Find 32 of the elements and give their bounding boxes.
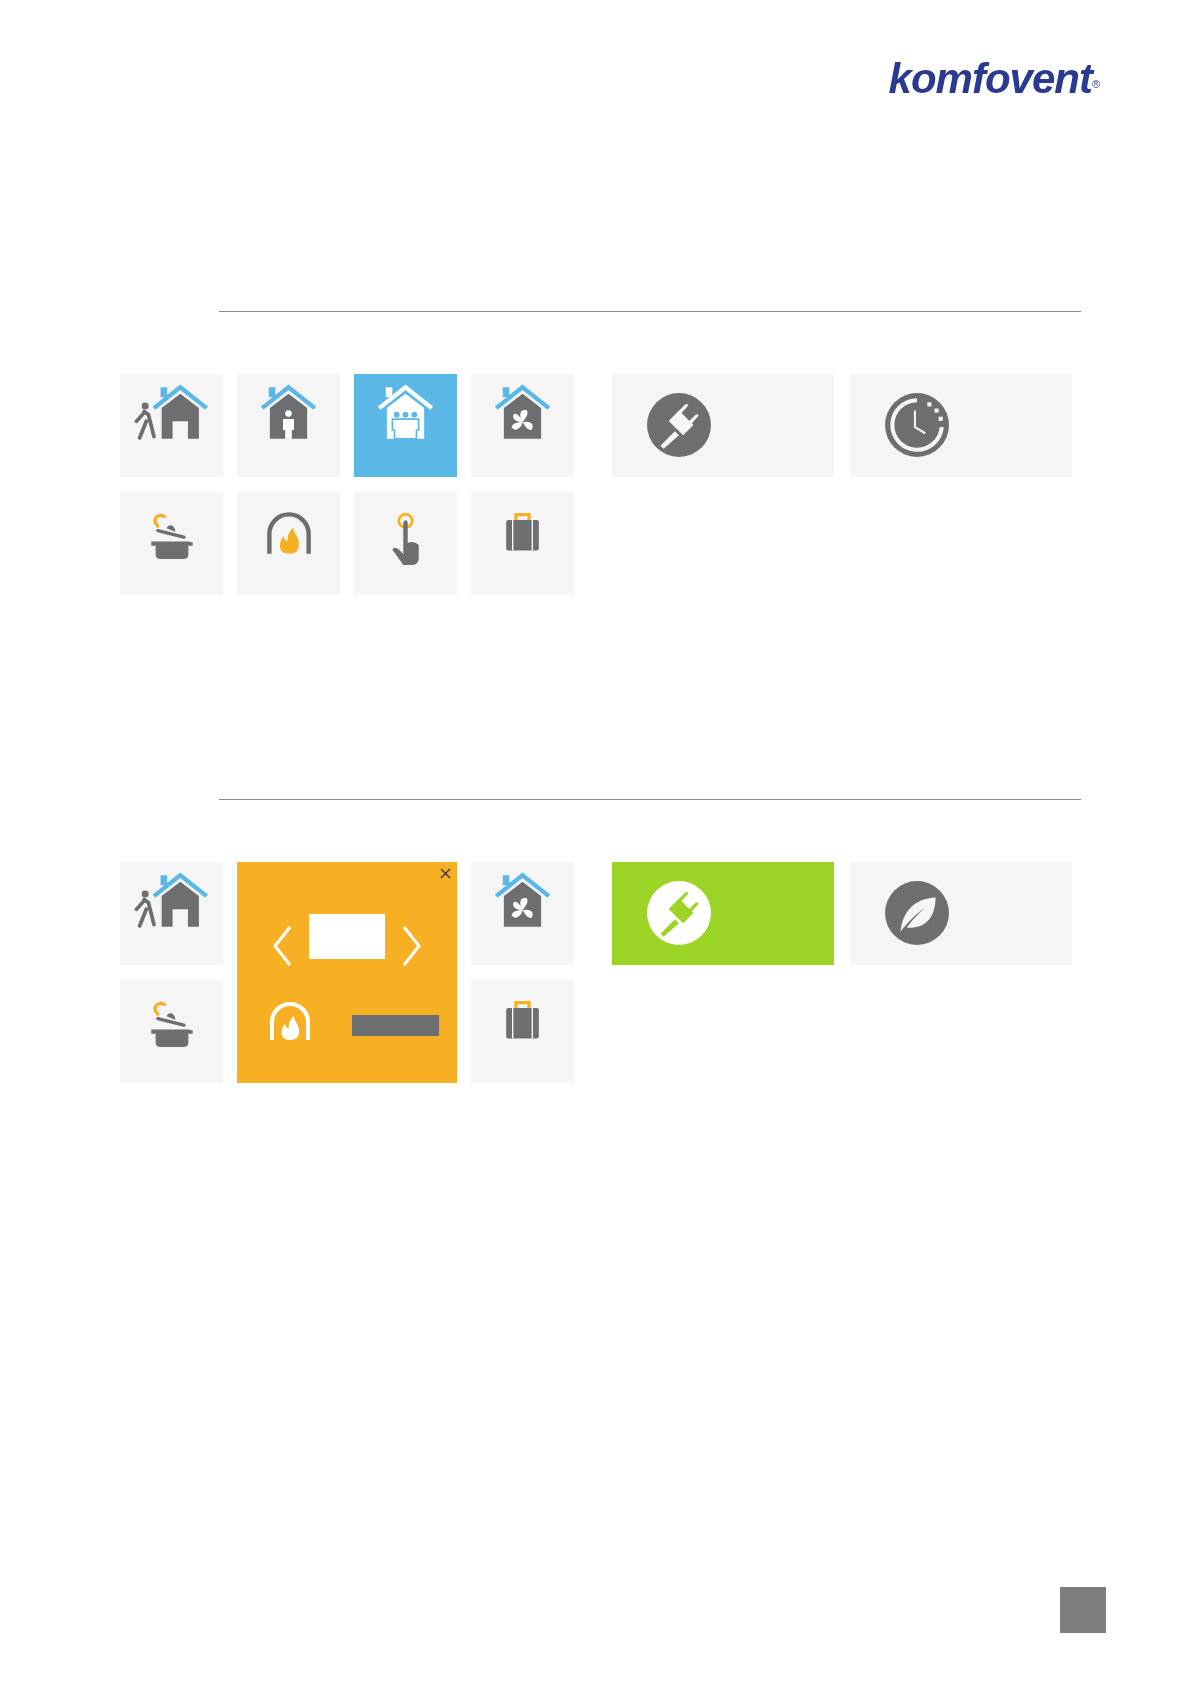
plug-icon [646,392,712,459]
mode-tile[interactable] [120,979,223,1083]
kitchen-icon [148,511,195,560]
mode-tile[interactable] [237,491,340,595]
mode-tile[interactable] [471,979,574,1083]
clock-icon [884,392,950,459]
mode-tile[interactable] [471,861,574,965]
logo: komfovent$^{®}$ [887,54,1101,104]
function-tile[interactable] [850,861,1072,965]
leaf-icon [884,880,950,947]
party-icon [377,383,434,441]
plug-icon [646,880,712,947]
mode-tile[interactable] [237,373,340,477]
kitchen-icon [148,999,195,1048]
mode-tile[interactable] [354,491,457,595]
page-marker [1060,1587,1106,1633]
home-icon [260,383,317,441]
function-tile[interactable] [612,373,834,477]
fan-icon [494,871,551,929]
mode-tile[interactable] [471,491,574,595]
function-tile[interactable] [612,861,834,965]
mode-tile[interactable] [120,491,223,595]
mode-tile[interactable] [471,373,574,477]
function-tile[interactable] [850,373,1072,477]
mode-tile[interactable] [354,373,457,477]
fireplace-icon [264,511,313,556]
away-icon [134,871,209,929]
close-icon[interactable] [440,867,451,879]
fan-icon [494,383,551,441]
away-icon [134,383,209,441]
mode-tile[interactable] [120,373,223,477]
mode-tile[interactable] [120,861,223,965]
